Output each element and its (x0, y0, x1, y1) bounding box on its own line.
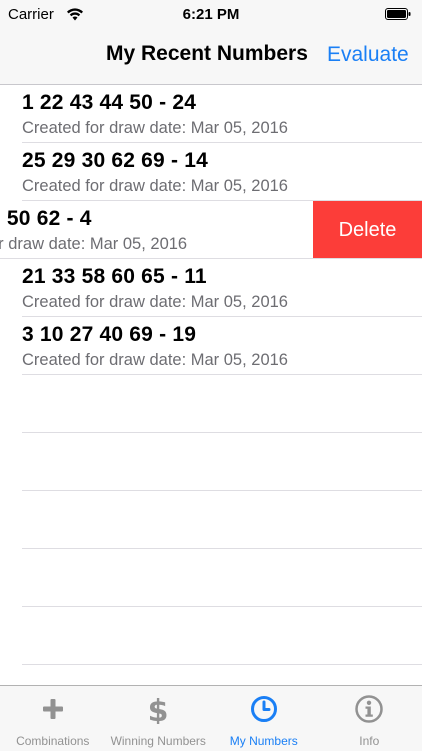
row-subtitle: or draw date: Mar 05, 2016 (0, 235, 187, 254)
empty-row (0, 375, 422, 433)
row-numbers: 3 10 27 40 69 - 19 (22, 323, 196, 347)
status-time: 6:21 PM (0, 6, 422, 23)
tab-winning-numbers[interactable]: $ Winning Numbers (106, 686, 212, 751)
list-item-swiped[interactable]: 9 50 62 - 4 or draw date: Mar 05, 2016 D… (0, 201, 422, 259)
row-numbers: 25 29 30 62 69 - 14 (22, 149, 208, 173)
row-subtitle: Created for draw date: Mar 05, 2016 (22, 351, 288, 370)
row-subtitle: Created for draw date: Mar 05, 2016 (22, 293, 288, 312)
list-item[interactable]: 1 22 43 44 50 - 24 Created for draw date… (0, 85, 422, 143)
evaluate-button[interactable]: Evaluate (327, 43, 409, 67)
row-separator (22, 664, 422, 665)
dollar-icon: $ (143, 694, 173, 724)
empty-row (0, 549, 422, 607)
row-numbers: 1 22 43 44 50 - 24 (22, 91, 196, 115)
navigation-bar: My Recent Numbers Evaluate (0, 30, 422, 85)
tab-my-numbers[interactable]: My Numbers (211, 686, 317, 751)
row-numbers: 21 33 58 60 65 - 11 (22, 265, 207, 289)
status-bar: Carrier 6:21 PM (0, 0, 422, 30)
svg-text:$: $ (148, 694, 169, 724)
list-item[interactable]: 21 33 58 60 65 - 11 Created for draw dat… (0, 259, 422, 317)
battery-icon (385, 8, 411, 20)
delete-button[interactable]: Delete (313, 201, 422, 259)
tab-label: Info (307, 734, 422, 748)
row-subtitle: Created for draw date: Mar 05, 2016 (22, 119, 288, 138)
list-item[interactable]: 3 10 27 40 69 - 19 Created for draw date… (0, 317, 422, 375)
numbers-list: 1 22 43 44 50 - 24 Created for draw date… (0, 85, 422, 665)
clock-icon (249, 694, 279, 724)
row-numbers: 9 50 62 - 4 (0, 207, 92, 231)
plus-icon (38, 694, 68, 724)
page-title: My Recent Numbers (106, 42, 308, 66)
row-subtitle: Created for draw date: Mar 05, 2016 (22, 177, 288, 196)
empty-row (0, 607, 422, 665)
tab-combinations[interactable]: Combinations (0, 686, 106, 751)
empty-row (0, 491, 422, 549)
tab-bar: Combinations $ Winning Numbers My Number… (0, 685, 422, 751)
list-item[interactable]: 25 29 30 62 69 - 14 Created for draw dat… (0, 143, 422, 201)
empty-row (0, 433, 422, 491)
info-icon (354, 694, 384, 724)
tab-info[interactable]: Info (317, 686, 422, 751)
